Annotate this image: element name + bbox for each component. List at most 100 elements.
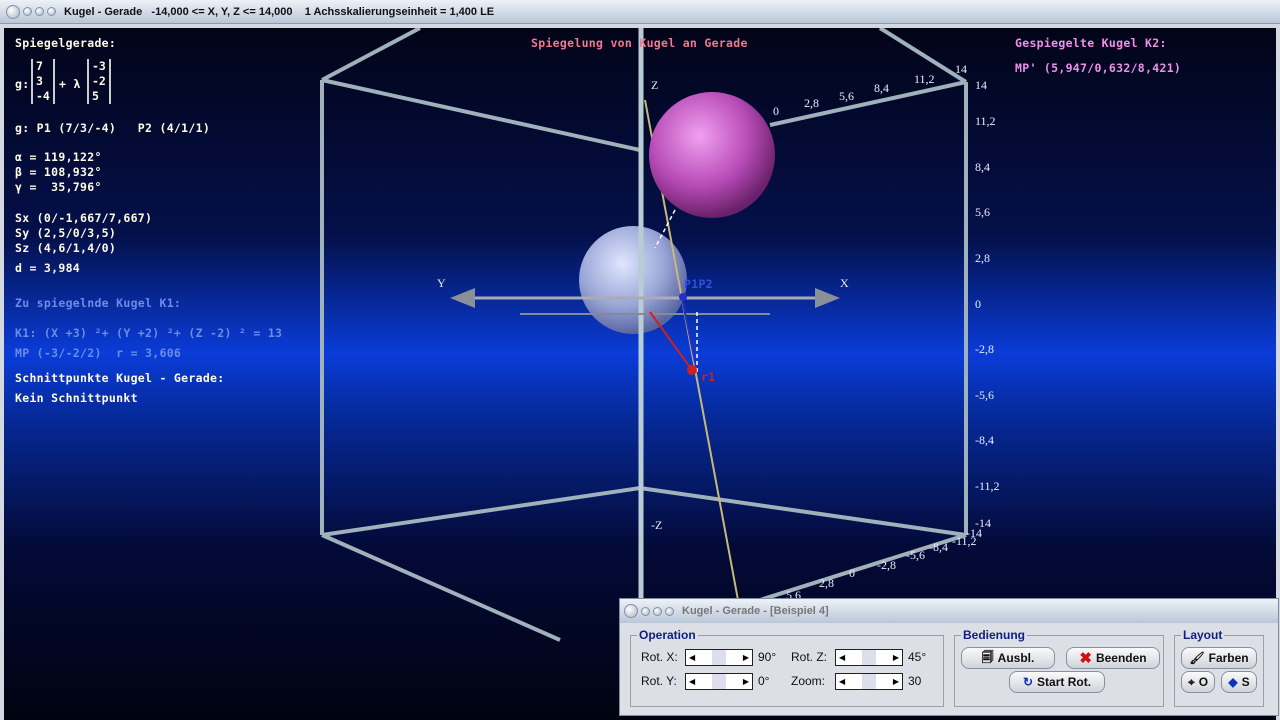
bedienung-group: Bedienung 🗐 Ausbl. ✖ Beenden ↻ Start Rot. [954, 628, 1164, 707]
r1-label: r1 [701, 370, 716, 384]
z-tick: 11,2 [975, 114, 996, 128]
layout-group: Layout 🖌 Farben ⌖ O ◆ S [1174, 628, 1264, 707]
z-tick: -11,2 [975, 479, 1000, 493]
neg-z-axis-label: -Z [651, 518, 663, 532]
top-tick: 8,4 [874, 81, 889, 95]
trace-sx: Sx (0/-1,667/7,667) [15, 211, 153, 225]
farben-button[interactable]: 🖌 Farben [1181, 647, 1257, 669]
top-tick: 2,8 [804, 96, 819, 110]
rot-y-label: Rot. Y: [641, 674, 677, 688]
bottom-tick: -8,4 [929, 540, 948, 554]
cube-frame [320, 28, 968, 642]
window-controls[interactable] [6, 4, 56, 19]
bottom-tick: -11,2 [952, 534, 977, 548]
window-button-icon[interactable] [23, 7, 32, 16]
ausbl-button[interactable]: 🗐 Ausbl. [961, 647, 1055, 669]
x-axis-label: X [840, 276, 849, 290]
rot-x-value: 90° [758, 650, 777, 664]
layout-label: Layout [1181, 628, 1225, 642]
angle-gamma: γ = 35,796° [15, 180, 102, 194]
rotate-icon: ↻ [1022, 675, 1034, 689]
window-button-icon[interactable] [624, 604, 638, 618]
main-title-bar: Kugel - Gerade -14,000 <= X, Y, Z <= 14,… [0, 0, 1280, 24]
rot-y-value: 0° [758, 674, 770, 688]
window-title: Kugel - Gerade -14,000 <= X, Y, Z <= 14,… [64, 5, 495, 18]
k1-heading: Zu spiegelnde Kugel K1: [15, 296, 182, 310]
paint-icon: ◆ [1228, 675, 1238, 689]
x-arrow [815, 288, 840, 308]
p1p2-label: P1P2 [684, 277, 713, 291]
z-tick: 2,8 [975, 251, 990, 265]
point-p1p2 [679, 293, 687, 301]
z-tick: 0 [975, 297, 981, 311]
k1-center: MP (-3/-2/2) r = 3,606 [15, 346, 182, 360]
window-button-icon[interactable] [6, 4, 20, 19]
rot-z-slider[interactable]: ◀ ▶ [835, 649, 903, 666]
trace-sz: Sz (4,6/1,4/0) [15, 241, 117, 255]
zoom-label: Zoom: [791, 674, 826, 688]
distance-d: d = 3,984 [15, 261, 81, 275]
save-button[interactable]: ◆ S [1221, 671, 1257, 693]
origin-button[interactable]: ⌖ O [1181, 671, 1215, 693]
intersection-heading: Schnittpunkte Kugel - Gerade: [15, 371, 225, 385]
beenden-button[interactable]: ✖ Beenden [1066, 647, 1160, 669]
window-button-icon[interactable] [641, 606, 650, 616]
scene-title: Spiegelung von Kugel an Gerade [531, 36, 748, 50]
z-axis-label: Z [651, 78, 659, 92]
line-points: g: P1 (7/3/-4) P2 (4/1/1) [15, 121, 211, 135]
z-tick: 5,6 [975, 205, 990, 219]
k1-equation: K1: (X +3) ²+ (Y +2) ²+ (Z -2) ² = 13 [15, 326, 283, 340]
z-tick: 14 [975, 78, 987, 92]
rot-z-value: 45° [908, 650, 927, 664]
y-axis-label: Y [437, 276, 446, 290]
z-tick: -2,8 [975, 342, 994, 356]
window-button-icon[interactable] [35, 7, 44, 16]
point-r1 [687, 365, 697, 375]
z-tick: -8,4 [975, 433, 994, 447]
rot-x-slider[interactable]: ◀ ▶ [685, 649, 753, 666]
operation-label: Operation [637, 628, 698, 642]
position-vector: 7 3 -4 [31, 59, 55, 104]
direction-vector: -3 -2 5 [87, 59, 111, 104]
rot-y-slider[interactable]: ◀ ▶ [685, 673, 753, 690]
z-tick: -5,6 [975, 388, 994, 402]
control-title: Kugel - Gerade - [Beispiel 4] [682, 605, 829, 617]
crosshair-icon: ⌖ [1187, 674, 1195, 689]
z-tick: 8,4 [975, 160, 990, 174]
mirror-line-heading: Spiegelgerade: [15, 36, 117, 50]
rot-x-label: Rot. X: [641, 650, 678, 664]
intersection-result: Kein Schnittpunkt [15, 391, 138, 405]
window-button-icon[interactable] [653, 606, 662, 616]
k2-center: MP' (5,947/0,632/8,421) [1015, 61, 1182, 75]
trace-sy: Sy (2,5/0/3,5) [15, 226, 117, 240]
angle-alpha: α = 119,122° [15, 150, 102, 164]
bottom-tick: 2,8 [819, 576, 834, 590]
y-arrow [450, 288, 475, 308]
zoom-slider[interactable]: ◀ ▶ [835, 673, 903, 690]
control-title-bar: Kugel - Gerade - [Beispiel 4] [620, 599, 1278, 623]
top-tick: 0 [773, 104, 779, 118]
window-controls[interactable] [624, 604, 674, 618]
top-tick: 11,2 [914, 72, 935, 86]
bottom-tick: -2,8 [877, 558, 896, 572]
start-rot-button[interactable]: ↻ Start Rot. [1009, 671, 1105, 693]
sphere-k2 [649, 92, 775, 218]
k2-heading: Gespiegelte Kugel K2: [1015, 36, 1167, 50]
bedienung-label: Bedienung [961, 628, 1027, 642]
brush-icon: 🖌 [1189, 651, 1205, 665]
plus-lambda: + λ [59, 77, 81, 91]
window-button-icon[interactable] [665, 606, 674, 616]
top-tick: 5,6 [839, 89, 854, 103]
bottom-tick: -5,6 [906, 548, 925, 562]
control-window: Kugel - Gerade - [Beispiel 4] Operation … [619, 598, 1279, 716]
window-button-icon[interactable] [47, 7, 56, 16]
top-tick: 14 [955, 62, 967, 76]
operation-group: Operation Rot. X: ◀ ▶ 90° Rot. Z: ◀ ▶ 45° … [630, 628, 944, 707]
close-icon: ✖ [1079, 650, 1092, 667]
g-label: g: [15, 77, 30, 91]
document-icon: 🗐 [981, 649, 994, 664]
zoom-value: 30 [908, 674, 922, 688]
rot-z-label: Rot. Z: [791, 650, 828, 664]
angle-beta: β = 108,932° [15, 165, 102, 179]
bottom-tick: 0 [849, 566, 855, 580]
